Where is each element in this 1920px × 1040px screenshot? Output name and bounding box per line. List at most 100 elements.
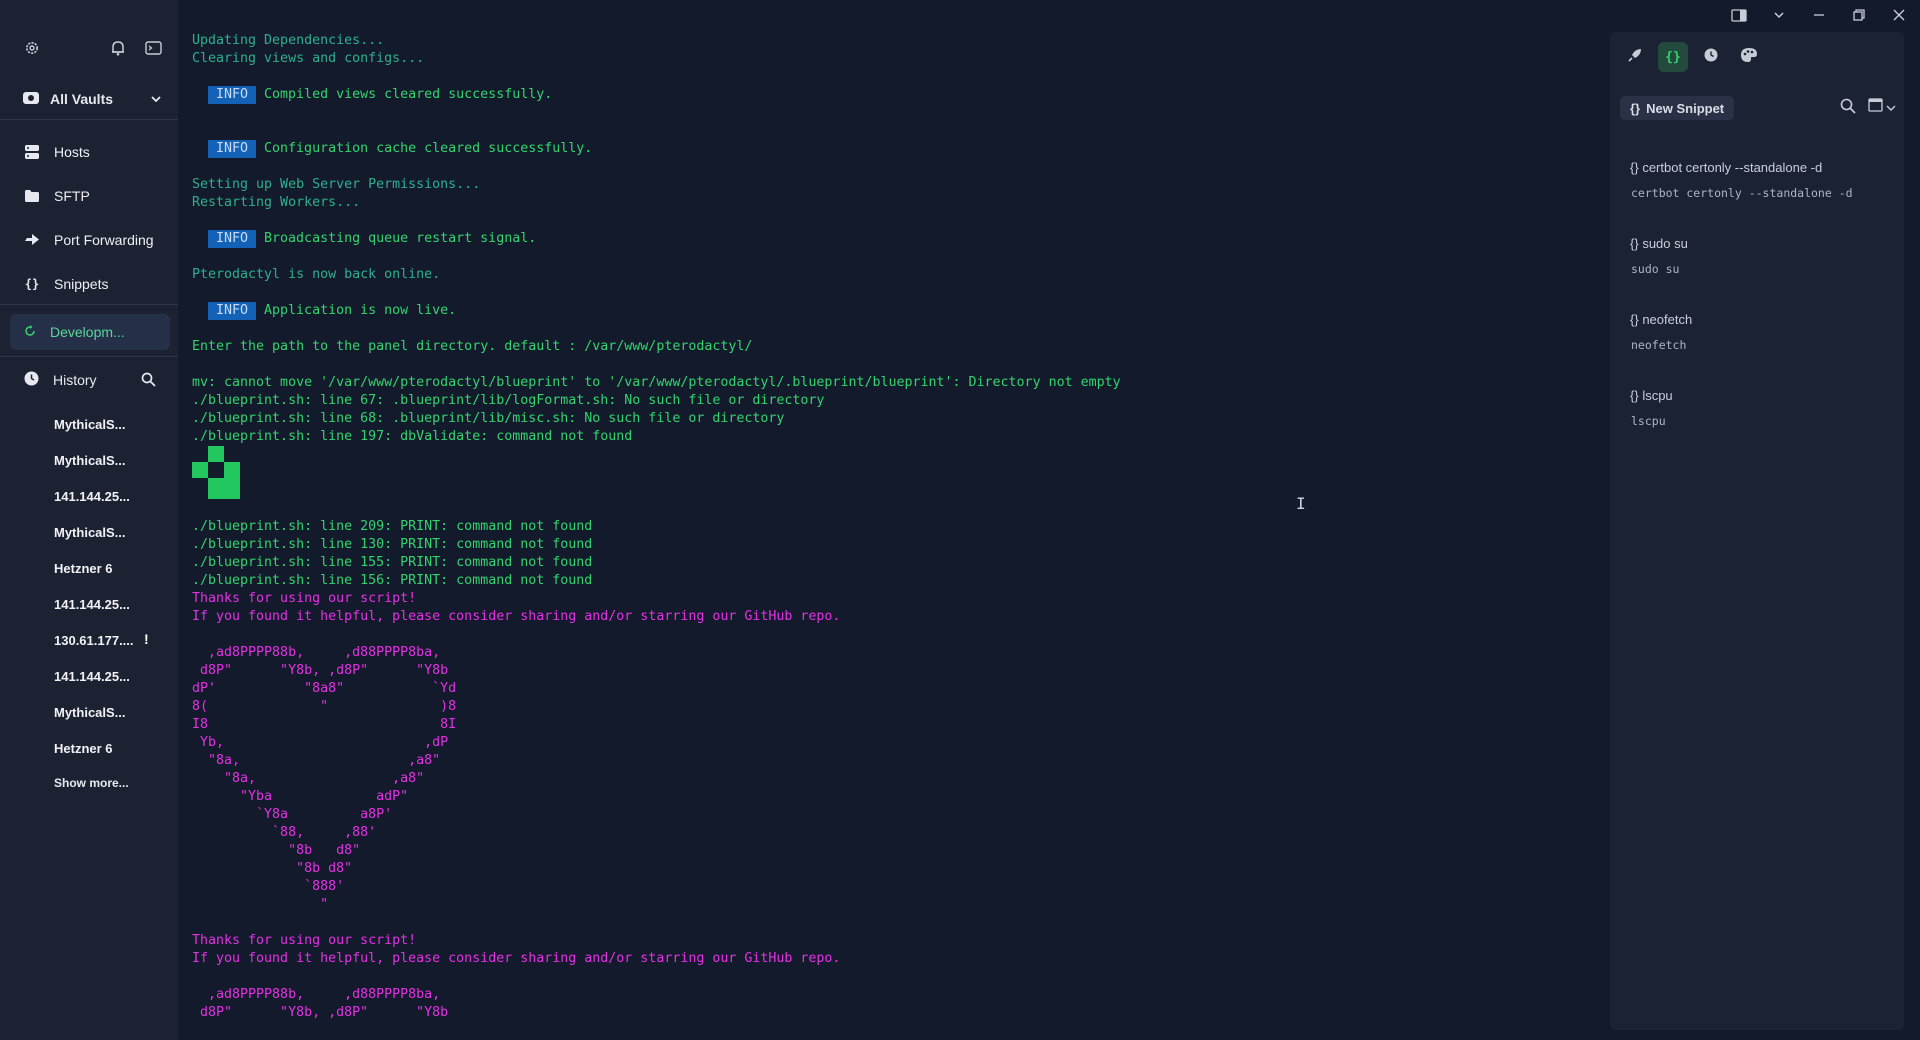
info-text: Compiled views cleared successfully. [264,87,553,102]
terminal-line: mv: cannot move '/var/www/pterodactyl/bl… [192,375,1121,390]
show-more-link[interactable]: Show more... [54,776,129,790]
terminal-info-line: INFO Application is now live. [192,302,456,320]
history-item[interactable]: Hetzner 6 [54,561,113,576]
ascii-heart-line: `Y8a a8P' [192,807,393,822]
ascii-heart-line: `888' [192,879,345,894]
bell-icon[interactable] [108,38,128,58]
snippets-panel [1610,32,1904,1030]
logo-block [208,446,224,462]
terminal-line: If you found it helpful, please consider… [192,609,841,624]
terminal-line: ./blueprint.sh: line 155: PRINT: command… [192,555,593,570]
history-item[interactable]: MythicalS... [54,705,126,720]
chevron-down-icon[interactable] [1768,6,1790,24]
snippet-title: certbot certonly --standalone -d [1642,160,1823,175]
history-item[interactable]: 141.144.25... [54,489,130,504]
ascii-heart-line: ,ad8PPPP88b, ,d88PPPP8ba, [192,987,441,1002]
tab-development[interactable]: Developm... [10,314,170,350]
ascii-heart-line: "8b d8" [192,843,361,858]
nav-label: Snippets [54,276,109,292]
braces-icon: {} [1665,49,1681,65]
view-mode-dropdown[interactable] [1868,98,1896,117]
terminal-info-line: INFO Broadcasting queue restart signal. [192,230,536,248]
ascii-heart-line: " [192,897,329,912]
logo-block [192,462,208,478]
braces-icon: {} [1630,160,1639,175]
info-text: Application is now live. [264,303,457,318]
vault-icon [22,90,40,109]
braces-icon: {} [1630,388,1639,403]
close-icon[interactable] [1888,6,1910,24]
folder-icon [24,188,40,204]
terminal-info-line: INFO Configuration cache cleared successf… [192,140,592,158]
history-item[interactable]: 141.144.25... [54,669,130,684]
tab-history[interactable] [1696,42,1726,72]
vault-selector[interactable]: All Vaults [0,82,178,116]
nav-port-forwarding[interactable]: Port Forwarding [0,222,178,258]
nav-sftp[interactable]: SFTP [0,178,178,214]
history-item[interactable]: 130.61.177.... [54,633,134,648]
minimize-icon[interactable] [1808,6,1830,24]
rocket-icon [1628,48,1642,67]
new-snippet-button[interactable]: {} New Snippet [1620,96,1735,120]
refresh-icon [24,324,36,340]
tab-rocket[interactable] [1620,42,1650,72]
alert-icon: ! [144,631,149,647]
vault-label: All Vaults [50,91,114,107]
ascii-heart-line: `88, ,88' [192,825,377,840]
snippet-item[interactable]: {} certbot certonly --standalone -d [1630,160,1822,175]
list-view-icon [1868,98,1884,117]
snippet-item[interactable]: {} neofetch [1630,312,1692,327]
history-label: History [53,372,97,388]
ascii-heart-line: d8P" "Y8b, ,d8P" "Y8b [192,1005,449,1020]
braces-icon: {} [24,277,40,291]
divider [0,119,178,120]
terminal-line: Restarting Workers... [192,195,361,210]
terminal-line: Enter the path to the panel directory. d… [192,339,753,354]
terminal-output[interactable]: Updating Dependencies... Clearing views … [178,0,1610,1040]
history-item[interactable]: 141.144.25... [54,597,130,612]
terminal-icon[interactable] [143,38,163,58]
snippet-item[interactable]: {} lscpu [1630,388,1673,403]
chevron-down-icon [1886,99,1896,117]
terminal-line: Setting up Web Server Permissions... [192,177,481,192]
snippet-command: sudo su [1631,262,1680,276]
snippet-command: certbot certonly --standalone -d [1631,186,1853,200]
ascii-heart-line: ,ad8PPPP88b, ,d88PPPP8ba, [192,645,441,660]
search-icon[interactable] [1840,98,1856,119]
snippet-command: neofetch [1631,338,1687,352]
history-item[interactable]: MythicalS... [54,525,126,540]
ascii-heart-line: "8b d8" [192,861,353,876]
ascii-heart-line: dP' "8a8" `Yd [192,681,457,696]
info-badge: INFO [208,86,257,104]
gear-icon[interactable] [22,38,42,58]
history-header[interactable]: History [0,362,178,398]
nav-snippets[interactable]: {} Snippets [0,266,178,302]
tab-snippets[interactable]: {} [1658,42,1688,72]
layout-toggle-icon[interactable] [1728,6,1750,24]
divider [0,356,178,357]
terminal-line: Thanks for using our script! [192,933,417,948]
logo-block [208,478,240,499]
snippet-title: neofetch [1642,312,1693,327]
snippet-title: lscpu [1642,388,1673,403]
terminal-line: If you found it helpful, please consider… [192,951,841,966]
terminal-line: ./blueprint.sh: line 197: dbValidate: co… [192,429,633,444]
history-item[interactable]: MythicalS... [54,453,126,468]
search-icon[interactable] [141,372,156,390]
chevron-down-icon[interactable] [150,92,162,108]
terminal-info-line: INFO Compiled views cleared successfully. [192,86,552,104]
snippet-item[interactable]: {} sudo su [1630,236,1688,251]
terminal-line: Clearing views and configs... [192,51,425,66]
clock-icon [24,371,39,389]
server-icon [24,144,40,160]
terminal-line: Pterodactyl is now back online. [192,267,441,282]
palette-icon [1741,47,1757,67]
terminal-line: ./blueprint.sh: line 68: .blueprint/lib/… [192,411,785,426]
history-item[interactable]: MythicalS... [54,417,126,432]
restore-icon[interactable] [1848,6,1870,24]
tab-themes[interactable] [1734,42,1764,72]
history-item[interactable]: Hetzner 6 [54,741,113,756]
nav-label: Port Forwarding [54,232,154,248]
nav-hosts[interactable]: Hosts [0,134,178,170]
tab-label: Developm... [50,324,125,340]
